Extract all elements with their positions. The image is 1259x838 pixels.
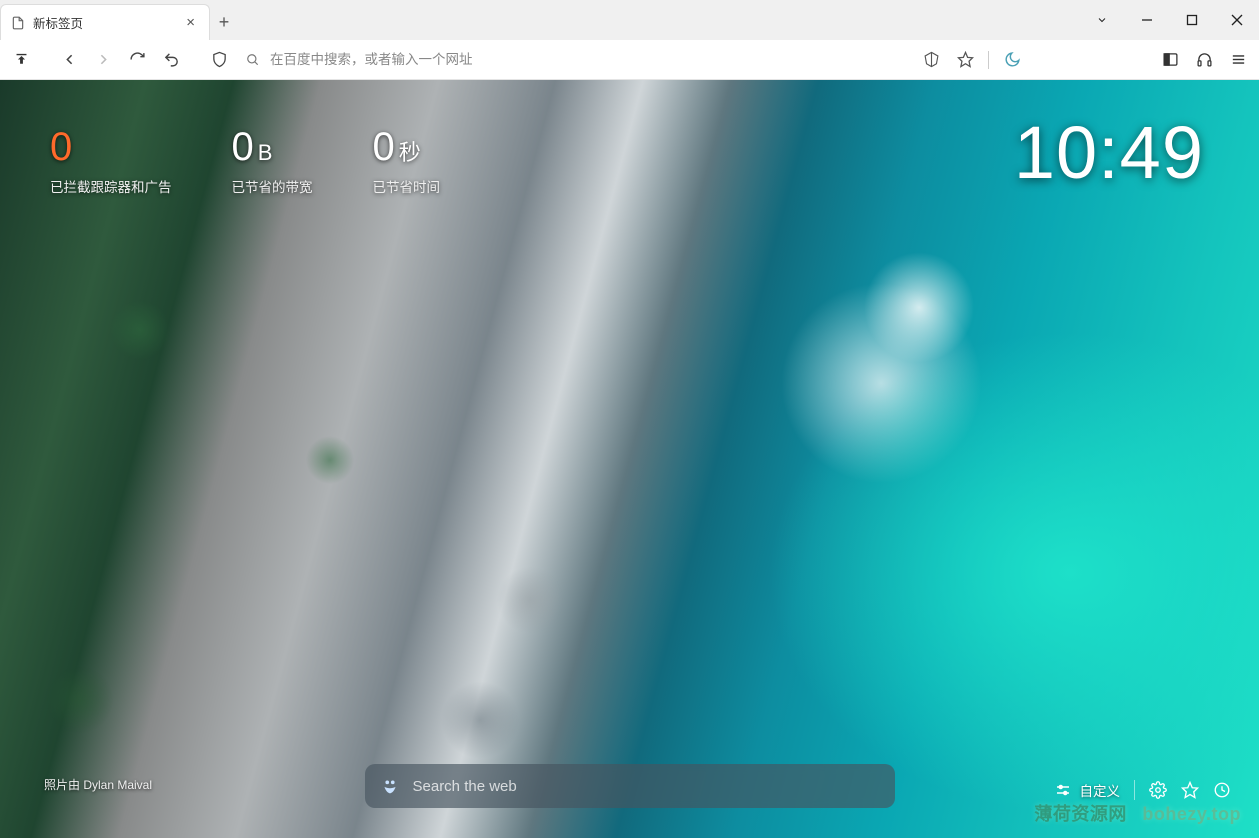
stat-trackers-label: 已拦截跟踪器和广告 xyxy=(50,176,172,196)
stat-trackers[interactable]: 0 已拦截跟踪器和广告 xyxy=(50,125,172,196)
new-tab-page: 0 已拦截跟踪器和广告 0B 已节省的带宽 0秒 已节省时间 10:49 照片由… xyxy=(0,80,1259,838)
stat-time[interactable]: 0秒 已节省时间 xyxy=(373,125,441,196)
stat-bandwidth-label: 已节省的带宽 xyxy=(232,176,313,196)
stat-time-label: 已节省时间 xyxy=(373,176,441,196)
maximize-button[interactable] xyxy=(1169,0,1214,40)
clock: 10:49 xyxy=(1014,110,1204,195)
upload-icon[interactable] xyxy=(6,45,36,75)
separator xyxy=(988,51,989,69)
search-engine-icon[interactable] xyxy=(379,775,401,797)
customize-label: 自定义 xyxy=(1080,780,1121,800)
reload-button[interactable] xyxy=(122,45,152,75)
bookmark-star-icon[interactable] xyxy=(950,45,980,75)
gear-icon[interactable] xyxy=(1149,781,1167,799)
stat-bandwidth-unit: B xyxy=(258,140,273,165)
back-button[interactable] xyxy=(54,45,84,75)
customize-button[interactable]: 自定义 xyxy=(1054,780,1121,800)
browser-tab[interactable]: 新标签页 × xyxy=(0,4,210,40)
separator xyxy=(1134,780,1135,800)
stat-time-unit: 秒 xyxy=(399,140,421,165)
photo-credit[interactable]: 照片由 Dylan Maival xyxy=(44,776,152,793)
stat-time-value: 0 xyxy=(373,125,395,170)
toolbar xyxy=(0,40,1259,80)
chevron-down-icon[interactable] xyxy=(1079,0,1124,40)
sidebar-icon[interactable] xyxy=(1155,45,1185,75)
brave-icon[interactable] xyxy=(916,45,946,75)
sliders-icon xyxy=(1054,781,1072,799)
tab-close-icon[interactable]: × xyxy=(182,14,199,31)
tab-title: 新标签页 xyxy=(33,13,83,32)
history-icon[interactable] xyxy=(1213,781,1231,799)
stat-trackers-value: 0 xyxy=(50,125,72,170)
watermark-site: 薄荷资源网 xyxy=(1034,804,1127,824)
minimize-button[interactable] xyxy=(1124,0,1169,40)
moon-icon[interactable] xyxy=(997,45,1027,75)
page-icon xyxy=(11,16,25,30)
address-input[interactable] xyxy=(270,52,904,67)
forward-button[interactable] xyxy=(88,45,118,75)
headphones-icon[interactable] xyxy=(1189,45,1219,75)
address-bar[interactable] xyxy=(238,45,912,75)
close-window-button[interactable] xyxy=(1214,0,1259,40)
stat-bandwidth[interactable]: 0B 已节省的带宽 xyxy=(232,125,313,196)
search-bar[interactable] xyxy=(365,764,895,808)
watermark-url: bohezy.top xyxy=(1142,804,1241,824)
stats-row: 0 已拦截跟踪器和广告 0B 已节省的带宽 0秒 已节省时间 xyxy=(50,125,440,196)
stat-bandwidth-value: 0 xyxy=(232,125,254,170)
search-icon xyxy=(246,53,260,67)
search-input[interactable] xyxy=(413,778,881,795)
toolbar-right xyxy=(916,45,1253,75)
window-controls xyxy=(1079,0,1259,40)
undo-icon[interactable] xyxy=(156,45,186,75)
shield-icon[interactable] xyxy=(204,45,234,75)
bottom-right-controls: 自定义 xyxy=(1054,780,1232,800)
new-tab-button[interactable]: + xyxy=(210,4,238,40)
watermark: 薄荷资源网 bohezy.top xyxy=(1034,800,1241,826)
bookmark-icon[interactable] xyxy=(1181,781,1199,799)
hamburger-menu-icon[interactable] xyxy=(1223,45,1253,75)
titlebar: 新标签页 × + xyxy=(0,0,1259,40)
